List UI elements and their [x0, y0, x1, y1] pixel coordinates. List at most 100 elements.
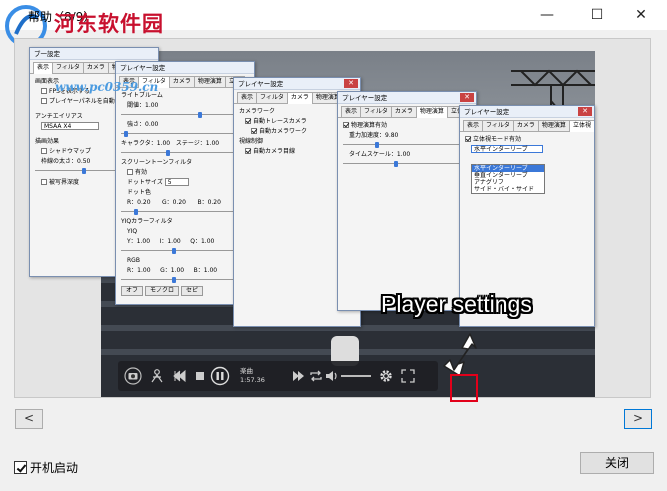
slider-label: Y：1.00 — [127, 238, 151, 245]
group-label: ドット色 — [127, 189, 152, 196]
dialog-close-button[interactable]: ✕ — [344, 79, 358, 88]
title-bar: 帮助（8/9） 河东软件园 — ☐ ✕ — [0, 0, 667, 47]
checkbox-box[interactable] — [14, 461, 27, 474]
threshold-slider[interactable] — [121, 112, 249, 118]
preset-sepia-button[interactable]: セピ — [181, 286, 204, 296]
checkbox[interactable] — [343, 122, 349, 128]
antialias-select[interactable]: MSAA X4 — [41, 122, 99, 130]
dot-color-slider[interactable] — [121, 209, 249, 215]
tab-camera[interactable]: カメラ — [82, 62, 109, 73]
gear-icon[interactable] — [378, 368, 394, 384]
checkbox-label: 物理演算有効 — [351, 122, 388, 129]
preset-mono-button[interactable]: モノクロ — [145, 286, 180, 296]
dialog-title: プレイヤー設定 — [460, 106, 594, 118]
slider-label: Q：1.00 — [190, 238, 215, 245]
minimize-button[interactable]: — — [536, 4, 558, 26]
skip-back-icon[interactable] — [172, 368, 188, 384]
slider-label: I：1.00 — [159, 238, 181, 245]
volume-slider[interactable] — [341, 375, 371, 377]
tab-physics[interactable]: 物理演算 — [193, 76, 226, 87]
fullscreen-icon[interactable] — [400, 368, 416, 384]
group-label: YIQ — [127, 228, 138, 235]
tab-display[interactable]: 表示 — [341, 106, 362, 117]
checkbox[interactable] — [127, 169, 133, 175]
tab-physics[interactable]: 物理演算 — [415, 106, 448, 118]
stereo-mode-select[interactable]: 水平インターリーブ — [471, 145, 543, 153]
option[interactable]: 水平インターリーブ — [472, 165, 544, 172]
yiq-slider[interactable] — [121, 248, 249, 254]
checkbox[interactable] — [251, 128, 257, 134]
slider-label: 閾値：1.00 — [127, 102, 159, 109]
checkbox[interactable] — [245, 118, 251, 124]
autostart-label: 开机启动 — [30, 461, 79, 475]
dialog-title: ブ一設定 — [30, 48, 158, 60]
group-label: RGB — [127, 257, 140, 264]
window-close-button[interactable]: ✕ — [630, 4, 652, 26]
tab-physics[interactable]: 物理演算 — [537, 120, 570, 131]
skip-forward-icon[interactable] — [290, 368, 306, 384]
timescale-slider[interactable] — [343, 161, 471, 167]
callout-label: Player settings — [381, 291, 532, 317]
preset-off-button[interactable]: オフ — [121, 286, 144, 296]
close-button[interactable]: 关闭 — [580, 452, 654, 474]
tab-camera[interactable]: カメラ — [286, 92, 313, 104]
tab-display[interactable]: 表示 — [463, 120, 484, 131]
checkbox[interactable] — [41, 98, 47, 104]
tab-filter[interactable]: フィルタ — [360, 106, 392, 117]
slider-label: タイムスケール：1.00 — [349, 151, 411, 158]
play-pause-icon[interactable] — [210, 366, 230, 386]
autostart-checkbox[interactable]: 开机启动 — [14, 459, 78, 476]
option[interactable]: アナグリフ — [472, 179, 544, 186]
checkbox-label: 自動カメラ目線 — [253, 148, 296, 155]
slider-label: B：0.20 — [197, 199, 221, 206]
slider-label: B：1.00 — [193, 267, 218, 274]
watermark-url: www.pc0359.cn — [55, 80, 159, 94]
tab-display[interactable]: 表示 — [237, 92, 258, 103]
checkbox[interactable] — [245, 148, 251, 154]
checkbox-label: 立体視モード有効 — [473, 136, 522, 143]
checkbox-label: 自動トレースカメラ — [253, 118, 307, 125]
strength-slider[interactable] — [121, 131, 249, 137]
checkbox[interactable] — [41, 179, 47, 185]
rgb-slider[interactable] — [121, 277, 249, 283]
tab-camera[interactable]: カメラ — [168, 76, 195, 87]
dot-size-input[interactable]: 5 — [164, 178, 189, 186]
character-select-icon[interactable] — [149, 368, 165, 384]
tab-camera[interactable]: カメラ — [390, 106, 417, 117]
checkbox[interactable] — [41, 88, 47, 94]
dialog-tabs: 表示フィルタカメラ物理演算立体 — [338, 106, 476, 118]
tab-filter[interactable]: フィルタ — [256, 92, 288, 103]
stereo-mode-options: 水平インターリーブ 垂直インターリーブ アナグリフ サイド・バイ・サイド — [471, 164, 545, 194]
pointer-arrow-icon — [443, 333, 477, 377]
prev-page-button[interactable]: < — [15, 409, 43, 429]
character-slider[interactable] — [121, 150, 249, 156]
checkbox-label: シャドウマップ — [49, 148, 92, 155]
time-readout: 1:57.36 — [240, 376, 265, 384]
dialog-close-button[interactable]: ✕ — [578, 107, 592, 116]
settings-highlight-box — [450, 374, 478, 402]
next-page-button[interactable]: > — [624, 409, 652, 429]
volume-icon[interactable] — [324, 368, 340, 384]
tab-filter[interactable]: フィルタ — [482, 120, 514, 131]
maximize-button[interactable]: ☐ — [586, 4, 608, 26]
option[interactable]: 垂直インターリーブ — [472, 172, 544, 179]
slider-label: G：1.00 — [160, 267, 185, 274]
dialog-close-button[interactable]: ✕ — [460, 93, 474, 102]
stop-icon[interactable] — [192, 368, 208, 384]
watermark-site-name: 河东软件园 — [54, 11, 164, 36]
slider-label: G：0.20 — [161, 199, 186, 206]
gravity-slider[interactable] — [343, 142, 471, 148]
tab-camera[interactable]: カメラ — [512, 120, 539, 131]
checkbox[interactable] — [465, 136, 471, 142]
checkbox[interactable] — [41, 148, 47, 154]
slider-label: 強さ：0.00 — [127, 121, 159, 128]
tab-filter[interactable]: フィルタ — [52, 62, 84, 73]
slider-label: R：0.20 — [127, 199, 151, 206]
group-label: YIQカラーフィルタ — [121, 218, 173, 225]
option[interactable]: サイド・バイ・サイド — [472, 186, 544, 193]
camera-icon[interactable] — [124, 367, 142, 385]
tab-display[interactable]: 表示 — [33, 62, 54, 74]
tab-stereo[interactable]: 立体視 — [568, 120, 594, 132]
dialog-title: プレイヤー設定 — [338, 92, 476, 104]
repeat-icon[interactable] — [308, 368, 324, 384]
